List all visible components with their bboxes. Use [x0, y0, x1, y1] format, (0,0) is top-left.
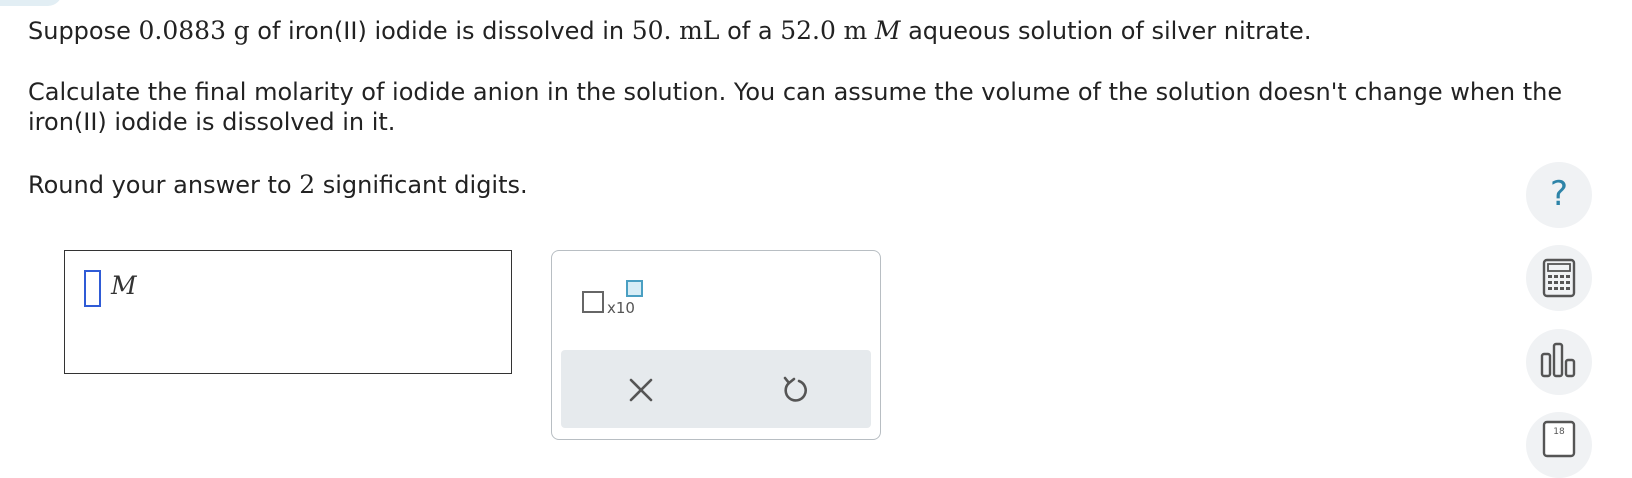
- scientific-notation-button[interactable]: x10: [580, 277, 650, 327]
- concentration-value: 52.0: [780, 16, 836, 45]
- times-ten-label: x10: [607, 299, 635, 317]
- volume-value: 50.: [631, 16, 672, 45]
- text-segment: aqueous solution of silver nitrate.: [900, 17, 1312, 45]
- mass-unit: g: [233, 16, 250, 45]
- close-icon: [629, 378, 653, 402]
- periodic-table-icon: 18: [1542, 420, 1576, 458]
- calculator-button[interactable]: [1526, 245, 1592, 311]
- math-tool-panel: x10: [551, 250, 881, 440]
- text-segment: of iron(II) iodide is dissolved in: [249, 17, 632, 45]
- answer-input-field[interactable]: [84, 270, 101, 307]
- concentration-unit: M: [874, 16, 901, 45]
- clear-button[interactable]: [621, 370, 661, 410]
- concentration-prefix: m: [843, 16, 868, 45]
- undo-icon: [783, 376, 807, 402]
- text-segment: significant digits.: [315, 171, 528, 199]
- base-placeholder-box: [582, 291, 604, 313]
- periodic-table-button[interactable]: 18: [1526, 412, 1592, 478]
- action-bar: [561, 350, 871, 428]
- question-paragraph-1: Suppose 0.0883 g of iron(II) iodide is d…: [28, 16, 1311, 46]
- help-icon: ?: [1549, 174, 1569, 214]
- text-segment: Suppose: [28, 17, 139, 45]
- answer-unit-label: M: [111, 271, 137, 300]
- mass-value: 0.0883: [138, 16, 226, 45]
- data-chart-button[interactable]: [1526, 329, 1592, 395]
- help-button[interactable]: ?: [1526, 162, 1592, 228]
- calculator-icon: [1542, 258, 1576, 298]
- question-paragraph-2: Calculate the final molarity of iodide a…: [28, 78, 1563, 136]
- significant-digits-value: 2: [299, 170, 316, 199]
- top-tab-decoration: [0, 0, 62, 6]
- text-segment: of a: [719, 17, 781, 45]
- volume-unit: mL: [679, 16, 720, 45]
- periodic-number-label: 18: [1553, 427, 1565, 437]
- question-paragraph-3: Round your answer to 2 significant digit…: [28, 170, 528, 200]
- text-segment: Round your answer to: [28, 171, 300, 199]
- bar-chart-icon: [1540, 342, 1576, 378]
- answer-input-box[interactable]: M: [64, 250, 512, 374]
- undo-button[interactable]: [775, 370, 815, 410]
- exponent-placeholder-box: [626, 280, 643, 297]
